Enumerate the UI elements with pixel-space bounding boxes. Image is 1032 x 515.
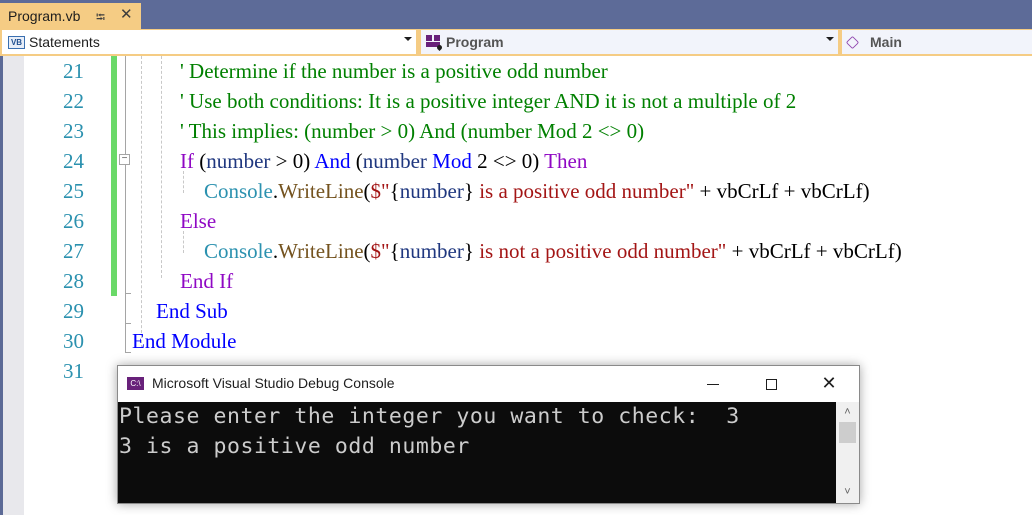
line-number: 21	[63, 59, 84, 83]
code-token: Mod	[432, 149, 472, 173]
scroll-up-icon[interactable]: ˄	[836, 404, 859, 421]
outlining-tick	[125, 293, 131, 294]
code-token: + vbCrLf + vbCrLf)	[694, 179, 870, 203]
code-line[interactable]: End If	[132, 266, 902, 296]
code-line[interactable]: Console.WriteLine($"{number} is a positi…	[132, 176, 902, 206]
line-number: 30	[63, 329, 84, 353]
code-token: $"	[370, 239, 390, 263]
minimize-button[interactable]	[684, 366, 742, 402]
console-titlebar[interactable]: C:\ Microsoft Visual Studio Debug Consol…	[118, 366, 859, 402]
line-number: 27	[63, 239, 84, 263]
code-token: is a positive odd number"	[473, 179, 695, 203]
outlining-line	[125, 56, 126, 353]
line-number: 29	[63, 299, 84, 323]
code-line[interactable]: ' This implies: (number > 0) And (number…	[132, 116, 902, 146]
line-number: 26	[63, 209, 84, 233]
collapse-icon[interactable]: −	[119, 154, 130, 165]
vb-project-icon: VB	[8, 35, 25, 49]
code-lines[interactable]: ' Determine if the number is a positive …	[132, 56, 902, 386]
maximize-button[interactable]	[742, 366, 800, 402]
tab-program-vb[interactable]: Program.vb ⭾ ✕	[0, 3, 141, 29]
code-token: Then	[544, 149, 588, 173]
code-token: number	[399, 179, 464, 203]
change-tracking-bar	[111, 56, 117, 296]
console-line: Please enter the integer you want to che…	[119, 404, 740, 429]
debug-console-window[interactable]: C:\ Microsoft Visual Studio Debug Consol…	[117, 365, 860, 504]
line-number: 31	[63, 359, 84, 383]
project-dropdown[interactable]: VB Statements	[2, 30, 416, 54]
code-token: $"	[370, 179, 390, 203]
navigation-bar: VB Statements Program Main	[0, 29, 1032, 56]
code-token: ' Use both conditions: It is a positive …	[180, 89, 797, 113]
line-number: 28	[63, 269, 84, 293]
code-token: End Sub	[156, 299, 228, 323]
code-token: Console	[204, 239, 273, 263]
code-line[interactable]: If (number > 0) And (number Mod 2 <> 0) …	[132, 146, 902, 176]
code-token: {	[389, 179, 400, 203]
code-token: ' This implies: (number > 0) And (number…	[180, 119, 645, 143]
code-token: is not a positive odd number"	[473, 239, 727, 263]
project-dropdown-value: Statements	[29, 34, 100, 50]
code-token: + vbCrLf + vbCrLf)	[726, 239, 902, 263]
code-token: End Module	[132, 329, 237, 353]
code-token: Else	[180, 209, 217, 233]
outlining-tick	[125, 323, 131, 324]
module-icon	[426, 35, 444, 52]
line-numbers: 21 22 23 24 25 26 27 28 29 30 31	[24, 56, 84, 386]
pin-icon[interactable]: ⭾	[96, 8, 105, 29]
tab-title: Program.vb	[8, 8, 81, 24]
code-token: 2 <> 0)	[471, 149, 545, 173]
scroll-down-icon[interactable]: ˅	[836, 484, 859, 501]
console-line: 3 is a positive odd number	[119, 434, 470, 459]
chevron-down-icon[interactable]	[404, 37, 412, 41]
outlining-tick	[125, 352, 131, 353]
console-scrollbar[interactable]: ˄ ˅	[836, 402, 859, 503]
line-number: 24	[63, 149, 84, 173]
code-line[interactable]: ' Use both conditions: It is a positive …	[132, 86, 902, 116]
document-tab-strip: Program.vb ⭾ ✕	[0, 0, 1032, 29]
console-app-icon: C:\	[127, 377, 144, 390]
chevron-down-icon[interactable]	[826, 37, 834, 41]
code-token: And	[314, 149, 351, 173]
code-line[interactable]: Console.WriteLine($"{number} is not a po…	[132, 236, 902, 266]
code-token: Console	[204, 179, 273, 203]
code-line[interactable]: ' Determine if the number is a positive …	[132, 56, 902, 86]
code-token: (	[350, 149, 363, 173]
code-token: If	[180, 149, 194, 173]
line-number: 23	[63, 119, 84, 143]
code-token: End If	[180, 269, 234, 293]
line-number: 22	[63, 89, 84, 113]
line-number: 25	[63, 179, 84, 203]
member-dropdown[interactable]: Main	[842, 30, 1032, 54]
code-line[interactable]: End Sub	[132, 296, 902, 326]
code-token: (	[194, 149, 207, 173]
code-token: {	[389, 239, 400, 263]
code-token: WriteLine	[278, 239, 364, 263]
code-token: WriteLine	[278, 179, 364, 203]
console-output[interactable]: Please enter the integer you want to che…	[118, 402, 836, 503]
code-token: (	[363, 239, 371, 263]
scrollbar-thumb[interactable]	[839, 422, 856, 443]
console-title: Microsoft Visual Studio Debug Console	[152, 375, 395, 391]
maximize-icon	[765, 378, 777, 390]
code-token: number	[362, 149, 427, 173]
code-token: > 0)	[270, 149, 315, 173]
code-token: ' Determine if the number is a positive …	[180, 59, 608, 83]
member-dropdown-value: Main	[870, 34, 902, 50]
code-line[interactable]: Else	[132, 206, 902, 236]
code-token: number	[206, 149, 271, 173]
indicator-margin[interactable]	[3, 56, 24, 515]
code-line[interactable]: End Module	[132, 326, 902, 356]
method-icon	[845, 35, 860, 49]
type-dropdown[interactable]: Program	[421, 30, 838, 54]
code-token: }	[463, 239, 474, 263]
type-dropdown-value: Program	[446, 34, 504, 50]
close-icon: ✕	[821, 373, 837, 394]
code-token: number	[399, 239, 464, 263]
close-button[interactable]: ✕	[800, 366, 858, 402]
code-token: }	[463, 179, 474, 203]
close-icon[interactable]: ✕	[120, 5, 133, 23]
code-token: (	[363, 179, 371, 203]
minimize-icon	[707, 383, 719, 385]
